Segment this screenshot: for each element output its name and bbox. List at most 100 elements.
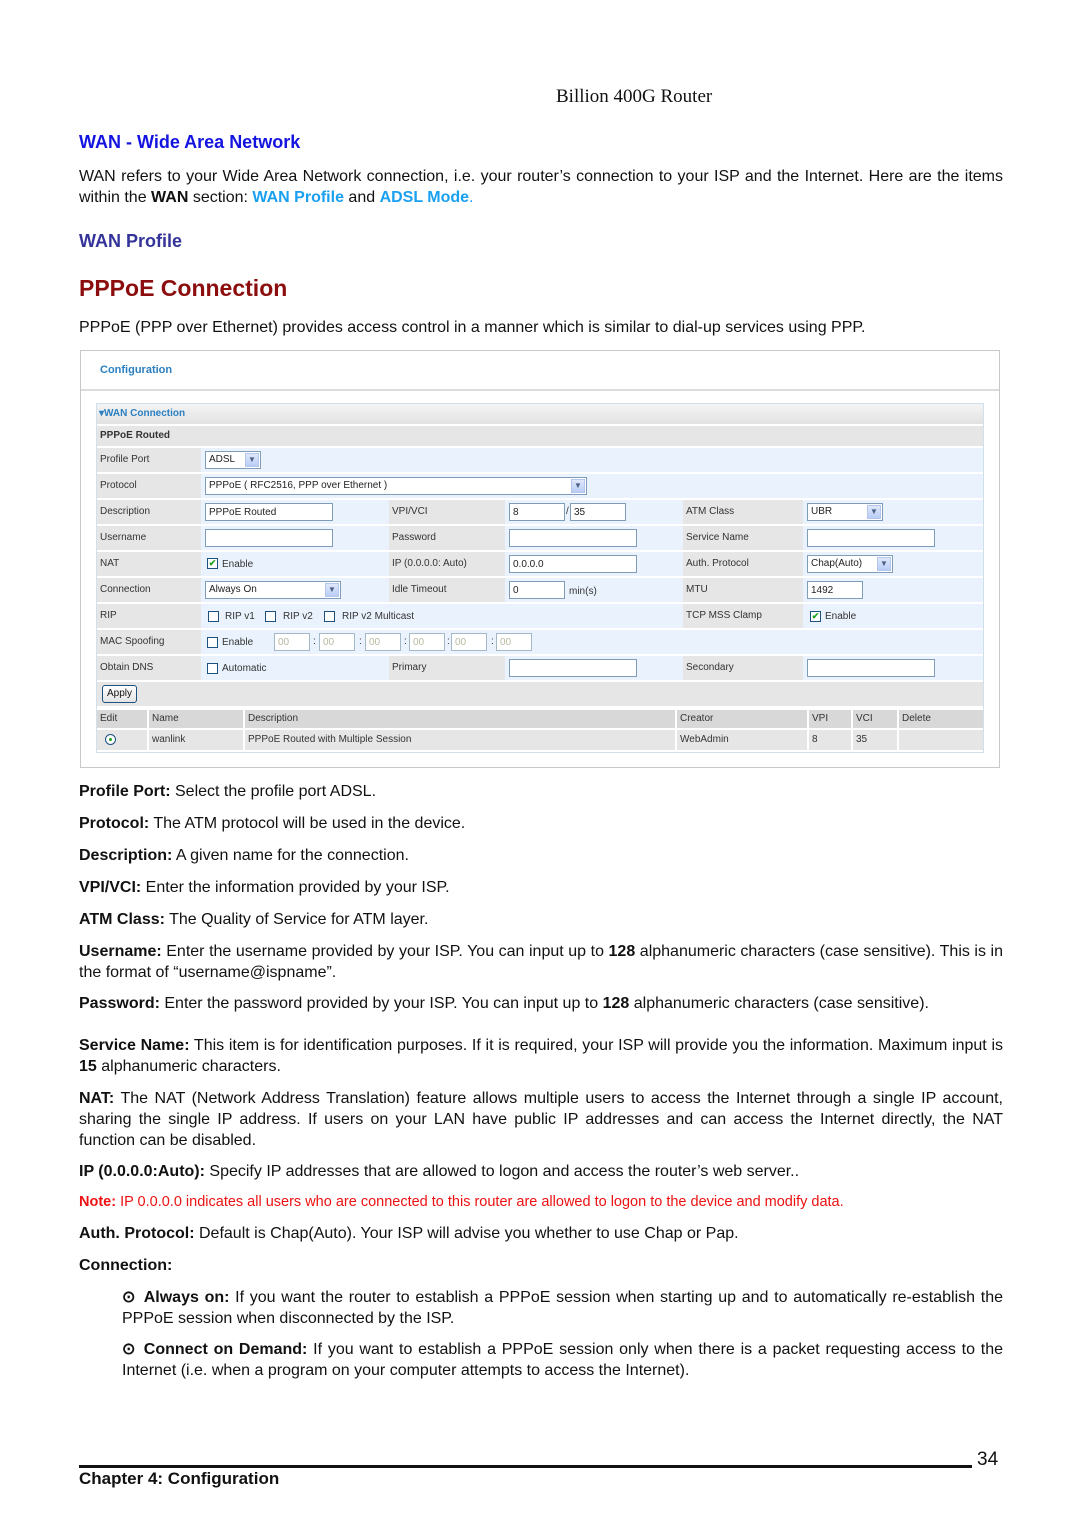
wan-connection-header[interactable]: ▾WAN Connection bbox=[97, 404, 983, 424]
connection-value: Always On bbox=[209, 584, 257, 595]
vpi-cell: 8 bbox=[809, 730, 853, 750]
term: Always on: bbox=[143, 1289, 230, 1306]
desc-nat: NAT: The NAT (Network Address Translatio… bbox=[79, 1088, 1003, 1151]
definition: Specify IP addresses that are allowed to… bbox=[204, 1163, 800, 1180]
wan-connection-label: WAN Connection bbox=[104, 408, 186, 419]
obtain-dns-automatic-label: Automatic bbox=[222, 663, 267, 674]
term: ATM Class: bbox=[79, 911, 165, 928]
mac-separator: : bbox=[491, 636, 494, 647]
password-label: Password bbox=[389, 526, 505, 550]
obtain-dns-label: Obtain DNS bbox=[97, 656, 201, 680]
obtain-dns-automatic-checkbox[interactable] bbox=[207, 663, 218, 674]
idle-timeout-input[interactable]: 0 bbox=[509, 581, 565, 599]
apply-button[interactable]: Apply bbox=[102, 685, 138, 703]
profile-port-label: Profile Port bbox=[97, 448, 201, 472]
desc-auth-protocol: Auth. Protocol: Default is Chap(Auto). Y… bbox=[79, 1223, 1003, 1244]
desc-password: Password: Enter the password provided by… bbox=[79, 993, 1003, 1014]
atm-class-select[interactable]: UBR ▼ bbox=[807, 503, 883, 521]
row-connection: Connection Always On ▼ Idle Timeout 0 min… bbox=[97, 578, 983, 602]
tcp-mss-enable-checkbox[interactable]: ✔ bbox=[810, 611, 821, 622]
term: Username: bbox=[79, 943, 162, 960]
description-cell: PPPoE Routed with Multiple Session bbox=[245, 730, 677, 750]
mac-octet-input[interactable]: 00 bbox=[496, 633, 532, 651]
mac-octet-input[interactable]: 00 bbox=[451, 633, 487, 651]
mac-octet-input[interactable]: 00 bbox=[365, 633, 401, 651]
bullet-connect-on-demand: ⊙ Connect on Demand: If you want to esta… bbox=[122, 1339, 1003, 1381]
secondary-dns-label: Secondary bbox=[683, 656, 803, 680]
chevron-down-icon: ▼ bbox=[877, 557, 891, 571]
term: Description: bbox=[79, 847, 173, 864]
desc-description: Description: A given name for the connec… bbox=[79, 845, 1003, 866]
col-vci: VCI bbox=[853, 710, 899, 728]
rip-v1-checkbox[interactable] bbox=[208, 611, 219, 622]
row-description: Description PPPoE Routed VPI/VCI 8 / 35 … bbox=[97, 500, 983, 524]
rip-v2-checkbox[interactable] bbox=[265, 611, 276, 622]
vpi-input[interactable]: 8 bbox=[509, 503, 565, 521]
protocol-select[interactable]: PPPoE ( RFC2516, PPP over Ethernet ) ▼ bbox=[205, 477, 587, 495]
nat-label: NAT bbox=[97, 552, 201, 576]
definition: This item is for identification purposes… bbox=[189, 1037, 1003, 1054]
username-label: Username bbox=[97, 526, 201, 550]
vpi-vci-label: VPI/VCI bbox=[389, 500, 505, 524]
document-header-title: Billion 400G Router bbox=[556, 86, 713, 107]
term: Auth. Protocol: bbox=[79, 1225, 195, 1242]
mac-spoofing-enable-checkbox[interactable] bbox=[207, 637, 218, 648]
primary-dns-input[interactable] bbox=[509, 659, 637, 677]
connection-select[interactable]: Always On ▼ bbox=[205, 581, 341, 599]
definition: Select the profile port ADSL. bbox=[170, 783, 377, 800]
desc-profile-port: Profile Port: Select the profile port AD… bbox=[79, 781, 1003, 802]
section-heading: WAN - Wide Area Network bbox=[79, 132, 301, 152]
edit-radio-button[interactable] bbox=[105, 734, 116, 745]
row-rip: RIP RIP v1 RIP v2 RIP v2 Multicast TCP M… bbox=[97, 604, 983, 628]
definition: Default is Chap(Auto). Your ISP will adv… bbox=[194, 1225, 739, 1242]
ip-input[interactable]: 0.0.0.0 bbox=[509, 555, 637, 573]
col-delete: Delete bbox=[902, 713, 931, 724]
intro-text: and bbox=[343, 189, 380, 206]
definition: alphanumeric characters. bbox=[96, 1058, 281, 1075]
col-creator: Creator bbox=[677, 710, 809, 728]
max-length: 128 bbox=[608, 943, 636, 960]
mac-separator: : bbox=[404, 636, 407, 647]
term: Service Name: bbox=[79, 1037, 190, 1054]
max-length: 128 bbox=[602, 995, 630, 1012]
vpi-vci-separator: / bbox=[566, 506, 569, 517]
term: VPI/VCI: bbox=[79, 879, 142, 896]
connection-label: Connection bbox=[97, 578, 201, 602]
chapter-label: Chapter 4: Configuration bbox=[79, 1469, 280, 1488]
config-title: Configuration bbox=[100, 364, 173, 376]
auth-protocol-select[interactable]: Chap(Auto) ▼ bbox=[807, 555, 893, 573]
row-obtain-dns: Obtain DNS Automatic Primary Secondary bbox=[97, 656, 983, 680]
definition: If you want the router to establish a PP… bbox=[122, 1289, 1003, 1327]
name-cell: wanlink bbox=[149, 730, 245, 750]
rip-v2-multicast-checkbox[interactable] bbox=[324, 611, 335, 622]
pppoe-heading: PPPoE Connection bbox=[79, 275, 288, 301]
term: Connect on Demand: bbox=[143, 1341, 308, 1358]
definition: Enter the information provided by your I… bbox=[141, 879, 450, 896]
term: Connection: bbox=[79, 1257, 173, 1274]
mac-octet-input[interactable]: 00 bbox=[274, 633, 310, 651]
profile-port-select[interactable]: ADSL ▼ bbox=[205, 451, 261, 469]
password-input[interactable] bbox=[509, 529, 637, 547]
intro-text: section: bbox=[188, 189, 253, 206]
mac-octet-input[interactable]: 00 bbox=[319, 633, 355, 651]
definition: alphanumeric characters (case sensitive)… bbox=[629, 995, 929, 1012]
service-name-label: Service Name bbox=[683, 526, 803, 550]
col-description: Description bbox=[245, 710, 677, 728]
mtu-input[interactable]: 1492 bbox=[807, 581, 863, 599]
nat-enable-checkbox[interactable]: ✔ bbox=[207, 558, 218, 569]
wan-profile-link[interactable]: WAN Profile bbox=[252, 189, 344, 206]
description-input[interactable]: PPPoE Routed bbox=[205, 503, 333, 521]
definition: The Quality of Service for ATM layer. bbox=[164, 911, 429, 928]
rip-v2-label: RIP v2 bbox=[283, 611, 313, 622]
mac-octet-input[interactable]: 00 bbox=[409, 633, 445, 651]
service-name-input[interactable] bbox=[807, 529, 935, 547]
username-input[interactable] bbox=[205, 529, 333, 547]
chevron-down-icon: ▼ bbox=[867, 505, 881, 519]
mac-separator: : bbox=[359, 636, 362, 647]
adsl-mode-link[interactable]: ADSL Mode bbox=[380, 189, 469, 206]
vci-input[interactable]: 35 bbox=[570, 503, 626, 521]
ip-label: IP (0.0.0.0: Auto) bbox=[389, 552, 505, 576]
secondary-dns-input[interactable] bbox=[807, 659, 935, 677]
pppoe-description: PPPoE (PPP over Ethernet) provides acces… bbox=[79, 319, 866, 336]
definition: The ATM protocol will be used in the dev… bbox=[149, 815, 466, 832]
